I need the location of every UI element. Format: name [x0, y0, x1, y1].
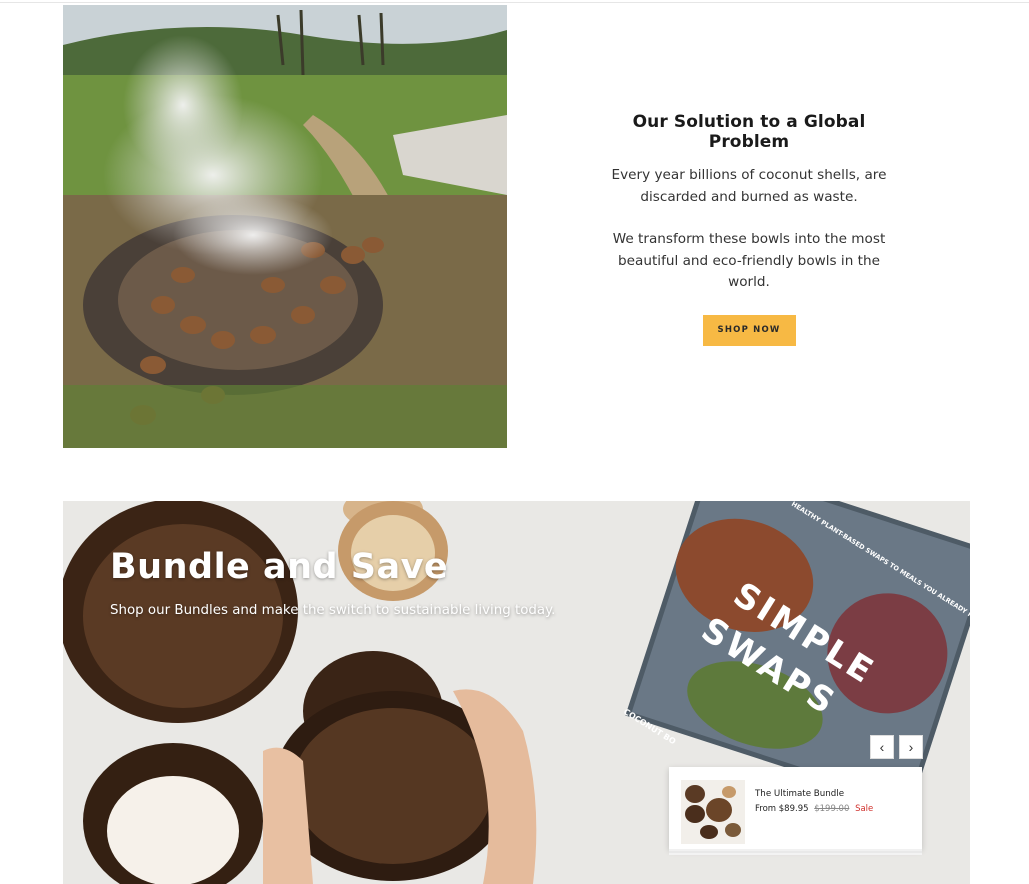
- product-price-row: From $89.95 $199.00 Sale: [755, 804, 873, 814]
- product-card[interactable]: The Ultimate Bundle From $89.95 $199.00 …: [669, 767, 922, 849]
- top-divider: [0, 2, 1029, 3]
- sale-badge: Sale: [855, 804, 874, 814]
- price-prefix: From: [755, 804, 777, 814]
- burning-coconut-shells-illustration: [63, 5, 507, 448]
- burning-coconut-shells-image: [63, 5, 507, 448]
- price-current: $89.95: [778, 804, 809, 814]
- solution-block: Our Solution to a Global Problem Every y…: [590, 112, 908, 346]
- bundle-subtitle: Shop our Bundles and make the switch to …: [110, 603, 556, 618]
- solution-paragraph-2: We transform these bowls into the most b…: [612, 231, 886, 290]
- product-name[interactable]: The Ultimate Bundle: [755, 789, 844, 799]
- chevron-left-icon[interactable]: ‹: [870, 735, 894, 759]
- solution-paragraph-1: Every year billions of coconut shells, a…: [611, 167, 887, 205]
- bundle-banner: SIMPLE SWAPS HEALTHY PLANT-BASED SWAPS T…: [63, 501, 970, 884]
- bundle-title: Bundle and Save: [110, 547, 449, 587]
- solution-heading: Our Solution to a Global Problem: [632, 112, 866, 152]
- price-compare: $199.00: [814, 804, 850, 814]
- shop-now-button[interactable]: SHOP NOW: [702, 314, 796, 346]
- product-thumbnail[interactable]: [681, 780, 745, 844]
- bowls-thumbnail-illustration: [681, 780, 745, 844]
- chevron-right-icon[interactable]: ›: [899, 735, 923, 759]
